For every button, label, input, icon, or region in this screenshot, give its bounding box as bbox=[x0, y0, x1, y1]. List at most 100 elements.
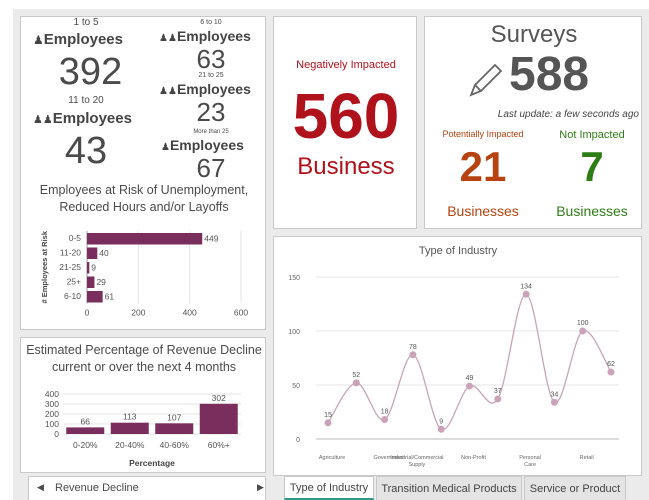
bar bbox=[66, 427, 105, 434]
data-label: 29 bbox=[96, 277, 106, 287]
x-tick-label: 0-20% bbox=[73, 440, 98, 450]
data-label: 134 bbox=[520, 283, 532, 290]
data-label: 9 bbox=[91, 263, 96, 273]
data-point bbox=[381, 416, 389, 424]
bar bbox=[87, 233, 203, 245]
tab-type-of-industry[interactable]: Type of Industry bbox=[284, 476, 374, 500]
y-tick-label: 200 bbox=[45, 409, 59, 419]
bar bbox=[110, 422, 149, 434]
data-point bbox=[466, 382, 473, 390]
surveys-title: Surveys bbox=[490, 21, 578, 48]
group-1-range: 1 to 5 bbox=[73, 17, 99, 28]
group-5-label: ♟Employees bbox=[161, 137, 244, 153]
data-point bbox=[494, 395, 502, 403]
data-label: 100 bbox=[577, 320, 589, 327]
x-tick-label: Personal Care bbox=[519, 455, 541, 468]
data-label: 107 bbox=[167, 412, 181, 422]
data-label: 18 bbox=[381, 409, 389, 416]
y-tick-label: 11-20 bbox=[60, 248, 81, 258]
group-4-count: 23 bbox=[196, 97, 226, 127]
data-label: 113 bbox=[123, 412, 137, 422]
bar bbox=[87, 276, 95, 288]
data-label: 34 bbox=[551, 391, 559, 398]
x-tick-label: 60%+ bbox=[208, 440, 230, 450]
negative-label: Negatively Impacted bbox=[296, 59, 396, 71]
data-label: 9 bbox=[439, 418, 443, 425]
risk-title: Employees at Risk of Unemployment, Reduc… bbox=[39, 183, 249, 214]
bar bbox=[199, 403, 238, 434]
y-tick-label: 300 bbox=[45, 399, 59, 409]
last-update: Last update: a few seconds ago bbox=[497, 109, 639, 120]
data-point bbox=[579, 327, 587, 335]
group-1-count: 392 bbox=[58, 51, 123, 93]
data-label: 49 bbox=[466, 375, 474, 382]
group-1-label: ♟Employees bbox=[33, 31, 123, 48]
revenue-title: Estimated Percentage of Revenue Decline … bbox=[26, 343, 262, 374]
data-label: 302 bbox=[212, 393, 226, 403]
prev-arrow-icon[interactable]: ◀ bbox=[37, 482, 44, 493]
y-axis-title: # Employees at Risk bbox=[40, 230, 49, 303]
potential-unit: Businesses bbox=[447, 203, 519, 219]
bar bbox=[87, 247, 98, 259]
data-label: 449 bbox=[204, 234, 218, 244]
revenue-panel: Estimated Percentage of Revenue Decline … bbox=[20, 337, 266, 473]
data-label: 40 bbox=[99, 248, 109, 258]
negative-count: 560 bbox=[292, 80, 400, 152]
y-tick-label: 0 bbox=[54, 429, 59, 439]
data-label: 66 bbox=[81, 416, 91, 426]
x-tick-label: Retail bbox=[580, 455, 594, 461]
group-5-range: More than 25 bbox=[193, 129, 229, 135]
revenue-nav-label[interactable]: Revenue Decline bbox=[55, 482, 139, 494]
data-label: 78 bbox=[409, 344, 417, 351]
data-label: 61 bbox=[105, 292, 115, 302]
bar bbox=[87, 291, 103, 303]
series-line bbox=[327, 293, 612, 430]
pencil-icon bbox=[469, 63, 503, 97]
group-3-label: ♟♟Employees bbox=[33, 110, 132, 127]
potential-label: Potentially Impacted bbox=[442, 129, 524, 139]
group-4-label: ♟♟Employees bbox=[159, 81, 251, 97]
x-axis-title: Percentage bbox=[129, 458, 175, 468]
data-point bbox=[550, 398, 558, 406]
bar bbox=[155, 423, 194, 434]
x-tick-label: 20-40% bbox=[115, 440, 145, 450]
chart-title: Type of Industry bbox=[419, 245, 498, 257]
y-tick-label: 0 bbox=[296, 437, 300, 444]
data-point bbox=[607, 368, 615, 376]
y-tick-label: 21-25 bbox=[59, 262, 81, 272]
data-point bbox=[352, 379, 360, 387]
group-2-range: 6 to 10 bbox=[200, 19, 222, 26]
not-impacted-label: Not Impacted bbox=[559, 129, 625, 141]
group-5-count: 67 bbox=[196, 153, 226, 183]
x-tick-label: 600 bbox=[234, 308, 248, 318]
group-3-count: 43 bbox=[64, 130, 108, 172]
revenue-bar-chart: 0100200300400 66 0-20% 113 20-40% 107 40-60% 30… bbox=[45, 389, 241, 468]
people-icon: ♟♟ bbox=[159, 33, 177, 44]
x-tick-label: 40-60% bbox=[160, 440, 190, 450]
people-icon: ♟♟ bbox=[33, 114, 53, 126]
potential-count: 21 bbox=[459, 143, 507, 190]
not-impacted-unit: Businesses bbox=[556, 203, 628, 219]
industry-line-chart: Type of Industry 0 50 100 150 15 52 18 78 9 49 37 13… bbox=[288, 245, 619, 468]
tab-service-or-product[interactable]: Service or Product bbox=[524, 476, 626, 500]
bar bbox=[87, 262, 90, 274]
person-icon: ♟ bbox=[33, 33, 44, 47]
group-icon: ♟ bbox=[161, 142, 170, 153]
x-tick-label: 0 bbox=[85, 308, 90, 318]
y-tick-label: 100 bbox=[45, 419, 59, 429]
group-2-count: 63 bbox=[196, 44, 226, 74]
people-icon: ♟♟ bbox=[159, 86, 177, 97]
surveys-count: 588 bbox=[509, 48, 590, 101]
y-tick-label: 25+ bbox=[67, 277, 81, 287]
revenue-nav-bar: ◀ Revenue Decline ▶ bbox=[28, 476, 266, 500]
y-tick-label: 100 bbox=[288, 329, 300, 336]
employees-panel: 1 to 5 ♟Employees 392 6 to 10 ♟♟Employee… bbox=[20, 16, 266, 330]
surveys-panel: Surveys 588 Last update: a few seconds a… bbox=[424, 16, 642, 229]
next-arrow-icon[interactable]: ▶ bbox=[257, 482, 264, 493]
tab-transition-medical-products[interactable]: Transition Medical Products bbox=[376, 476, 522, 500]
data-label: 37 bbox=[494, 388, 502, 395]
x-tick-label: 200 bbox=[131, 308, 145, 318]
negative-unit: Business bbox=[297, 153, 395, 180]
data-point bbox=[324, 419, 332, 427]
y-tick-label: 50 bbox=[292, 383, 300, 390]
